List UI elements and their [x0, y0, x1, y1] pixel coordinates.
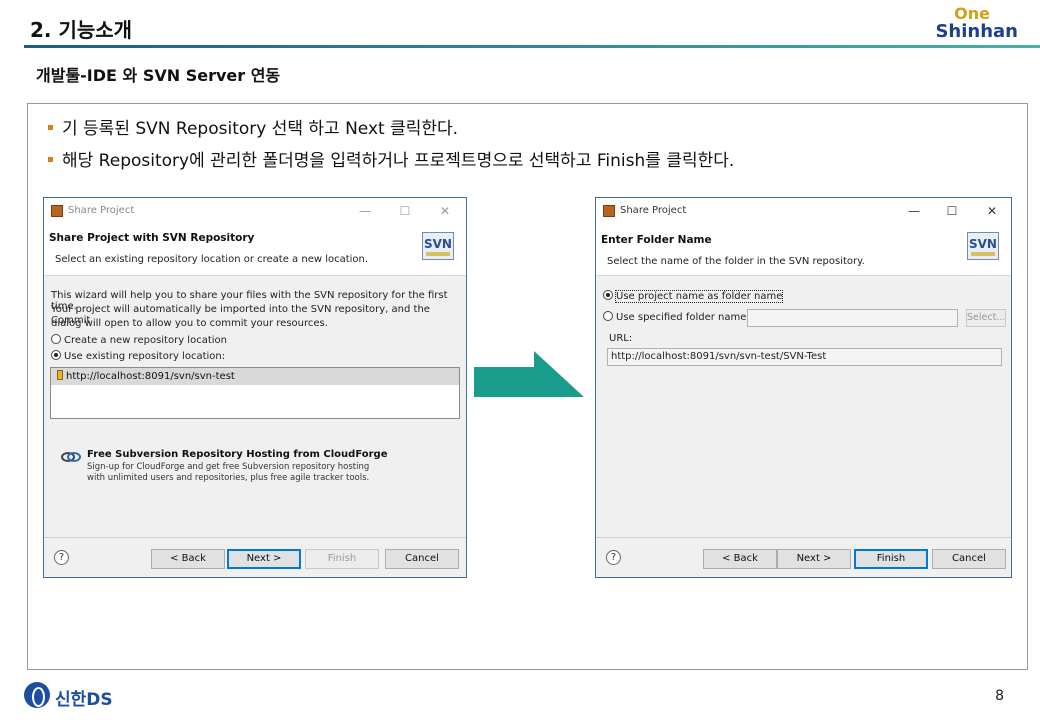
- wizard-title: Enter Folder Name: [601, 234, 712, 246]
- radio-circle-icon: [51, 334, 61, 344]
- close-icon[interactable]: ✕: [436, 202, 454, 220]
- radio-label: Use specified folder name:: [616, 312, 750, 323]
- bullet-item: 해당 Repository에 관리한 폴더명을 입력하거나 프로젝트명으로 선택…: [48, 146, 734, 171]
- next-step-arrow-icon: [474, 351, 584, 397]
- minimize-icon[interactable]: —: [905, 202, 923, 220]
- section-subtitle: 개발툴-IDE 와 SVN Server 연동: [36, 66, 281, 85]
- use-specified-folder-radio[interactable]: Use specified folder name:: [603, 311, 750, 323]
- close-icon[interactable]: ✕: [983, 202, 1001, 220]
- repository-list[interactable]: http://localhost:8091/svn/svn-test: [50, 367, 460, 419]
- bullet-text: 해당 Repository에 관리한 폴더명을 입력하거나 프로젝트명으로 선택…: [62, 151, 735, 171]
- page-title: 2. 기능소개: [30, 18, 133, 42]
- maximize-icon[interactable]: ☐: [396, 202, 414, 220]
- svn-logo-icon: SVN: [422, 232, 454, 260]
- maximize-icon[interactable]: ☐: [943, 202, 961, 220]
- shinhan-logo: One Shinhan: [928, 6, 1018, 44]
- url-field[interactable]: http://localhost:8091/svn/svn-test/SVN-T…: [607, 348, 1002, 366]
- eclipse-app-icon: [51, 205, 63, 217]
- intro-text-line: dialog will open to allow you to commit …: [51, 318, 328, 329]
- bullet-marker-icon: [48, 124, 53, 130]
- wizard-description: Select the name of the folder in the SVN…: [607, 256, 865, 267]
- svn-logo-icon: SVN: [967, 232, 999, 260]
- repository-url: http://localhost:8091/svn/svn-test: [66, 371, 235, 382]
- window-titlebar: Share Project — ☐ ✕: [44, 198, 466, 224]
- cancel-button[interactable]: Cancel: [385, 549, 459, 569]
- use-existing-location-radio[interactable]: Use existing repository location:: [51, 350, 226, 362]
- cancel-button[interactable]: Cancel: [932, 549, 1006, 569]
- logo-shinhan-text: Shinhan: [935, 21, 1018, 42]
- url-label: URL:: [609, 333, 633, 344]
- radio-selected-icon: [603, 290, 613, 300]
- wizard-description: Select an existing repository location o…: [55, 254, 369, 265]
- back-button[interactable]: < Back: [703, 549, 777, 569]
- cloudforge-desc-line: with unlimited users and repositories, p…: [87, 473, 370, 483]
- logo-one-text: One: [954, 4, 990, 23]
- finish-button[interactable]: Finish: [305, 549, 379, 569]
- bullet-text: 기 등록된 SVN Repository 선택 하고 Next 클릭한다.: [62, 119, 459, 139]
- cloudforge-link[interactable]: Free Subversion Repository Hosting from …: [87, 449, 388, 460]
- wizard-header: Share Project with SVN Repository Select…: [44, 224, 466, 276]
- eclipse-app-icon: [603, 205, 615, 217]
- finish-button[interactable]: Finish: [854, 549, 928, 569]
- brand-name: 신한DS: [55, 690, 113, 710]
- back-button[interactable]: < Back: [151, 549, 225, 569]
- window-title: Share Project: [68, 205, 135, 216]
- window-titlebar: Share Project — ☐ ✕: [596, 198, 1011, 224]
- share-project-dialog-step2: Share Project — ☐ ✕ Enter Folder Name Se…: [595, 197, 1012, 578]
- next-button[interactable]: Next >: [777, 549, 851, 569]
- wizard-title: Share Project with SVN Repository: [49, 232, 255, 244]
- repository-list-item[interactable]: http://localhost:8091/svn/svn-test: [51, 368, 459, 385]
- radio-circle-icon: [603, 311, 613, 321]
- wizard-footer: ? < Back Next > Finish Cancel: [596, 537, 1011, 577]
- help-icon[interactable]: ?: [606, 550, 621, 565]
- title-divider: [24, 45, 1040, 48]
- cloudforge-description: Sign-up for CloudForge and get free Subv…: [87, 462, 369, 484]
- cloudforge-desc-line: Sign-up for CloudForge and get free Subv…: [87, 462, 370, 472]
- page-number: 8: [995, 688, 1004, 704]
- wizard-footer: ? < Back Next > Finish Cancel: [44, 537, 466, 577]
- folder-name-input[interactable]: [747, 309, 958, 327]
- next-button[interactable]: Next >: [227, 549, 301, 569]
- radio-label: Use existing repository location:: [64, 351, 226, 362]
- share-project-dialog-step1: Share Project — ☐ ✕ Share Project with S…: [43, 197, 467, 578]
- bullet-item: 기 등록된 SVN Repository 선택 하고 Next 클릭한다.: [48, 114, 458, 139]
- shinhan-emblem-icon: [24, 682, 50, 708]
- cloudforge-icon: [61, 452, 81, 462]
- window-title: Share Project: [620, 205, 687, 216]
- select-folder-button[interactable]: Select...: [966, 309, 1006, 327]
- bullet-marker-icon: [48, 156, 53, 162]
- use-project-name-radio[interactable]: Use project name as folder name: [603, 290, 784, 303]
- radio-label: Create a new repository location: [64, 335, 227, 346]
- minimize-icon[interactable]: —: [356, 202, 374, 220]
- repository-icon: [57, 370, 63, 380]
- radio-selected-icon: [51, 350, 61, 360]
- wizard-header: Enter Folder Name Select the name of the…: [596, 224, 1011, 276]
- help-icon[interactable]: ?: [54, 550, 69, 565]
- create-location-radio[interactable]: Create a new repository location: [51, 334, 227, 346]
- radio-label: Use project name as folder name: [614, 290, 784, 303]
